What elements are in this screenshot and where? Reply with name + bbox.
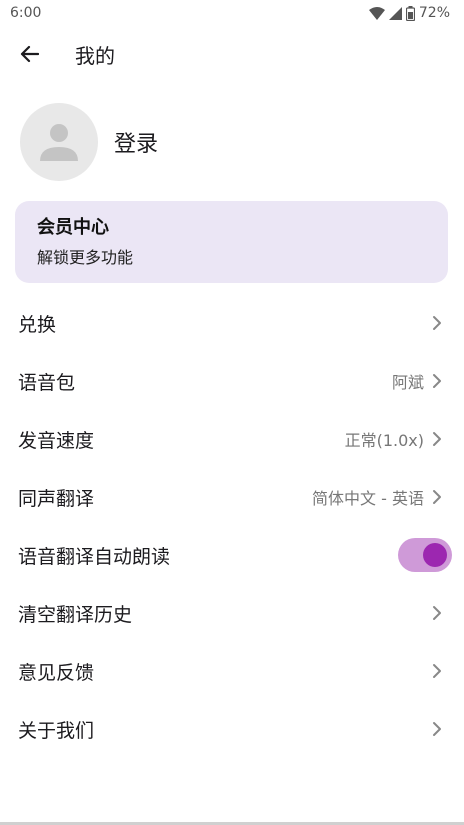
auto-read-toggle[interactable] <box>398 538 452 572</box>
member-center-card[interactable]: 会员中心 解锁更多功能 <box>15 201 448 283</box>
menu-item-label: 关于我们 <box>18 719 95 742</box>
menu-item-label: 意见反馈 <box>18 661 95 684</box>
menu-item-value: 正常(1.0x) <box>344 431 424 450</box>
chevron-right-icon <box>433 722 441 736</box>
menu-item-value: 阿斌 <box>391 373 424 392</box>
battery-icon <box>405 5 415 21</box>
person-icon <box>40 124 78 161</box>
chevron-right-icon <box>433 374 441 388</box>
login-label[interactable]: 登录 <box>114 126 158 158</box>
member-card-subtitle: 解锁更多功能 <box>37 248 134 267</box>
menu-item-label: 语音包 <box>18 371 76 394</box>
menu-item-value: 简体中文 - 英语 <box>312 489 424 508</box>
chevron-right-icon <box>433 664 441 678</box>
wifi-icon <box>368 6 385 20</box>
menu-item-redeem[interactable]: 兑换 <box>0 294 464 352</box>
menu-item-about-us[interactable]: 关于我们 <box>0 700 464 758</box>
signal-icon <box>388 6 402 20</box>
chevron-right-icon <box>433 432 441 446</box>
profile-section[interactable]: 登录 <box>20 103 158 181</box>
page-title: 我的 <box>75 43 115 68</box>
menu-item-label: 发音速度 <box>18 429 95 452</box>
status-icons: 72% <box>368 5 450 21</box>
menu-item-clear-history[interactable]: 清空翻译历史 <box>0 584 464 642</box>
menu-item-auto-read: 语音翻译自动朗读 <box>0 526 464 584</box>
menu-item-voice-pack[interactable]: 语音包 阿斌 <box>0 352 464 410</box>
menu-item-label: 清空翻译历史 <box>18 603 133 626</box>
app-bar: 我的 <box>0 26 464 82</box>
chevron-right-icon <box>433 606 441 620</box>
menu-item-label: 语音翻译自动朗读 <box>18 545 171 568</box>
menu-item-feedback[interactable]: 意见反馈 <box>0 642 464 700</box>
battery-percent: 72% <box>418 5 450 21</box>
menu-item-label: 同声翻译 <box>18 487 95 510</box>
menu-item-speech-speed[interactable]: 发音速度 正常(1.0x) <box>0 410 464 468</box>
back-button[interactable] <box>1 26 57 82</box>
avatar[interactable] <box>20 103 98 181</box>
menu-item-simultaneous-translation[interactable]: 同声翻译 简体中文 - 英语 <box>0 468 464 526</box>
status-bar: 6:00 72% <box>0 0 464 26</box>
status-time: 6:00 <box>10 5 42 21</box>
toggle-knob <box>423 543 447 567</box>
menu-item-label: 兑换 <box>18 313 57 336</box>
member-card-title: 会员中心 <box>37 217 109 238</box>
arrow-left-icon <box>20 45 39 63</box>
chevron-right-icon <box>433 490 441 504</box>
chevron-right-icon <box>433 316 441 330</box>
settings-menu: 兑换 语音包 阿斌 发音速度 正常(1.0x) 同声翻译 简体中文 - 英语 语… <box>0 294 464 758</box>
